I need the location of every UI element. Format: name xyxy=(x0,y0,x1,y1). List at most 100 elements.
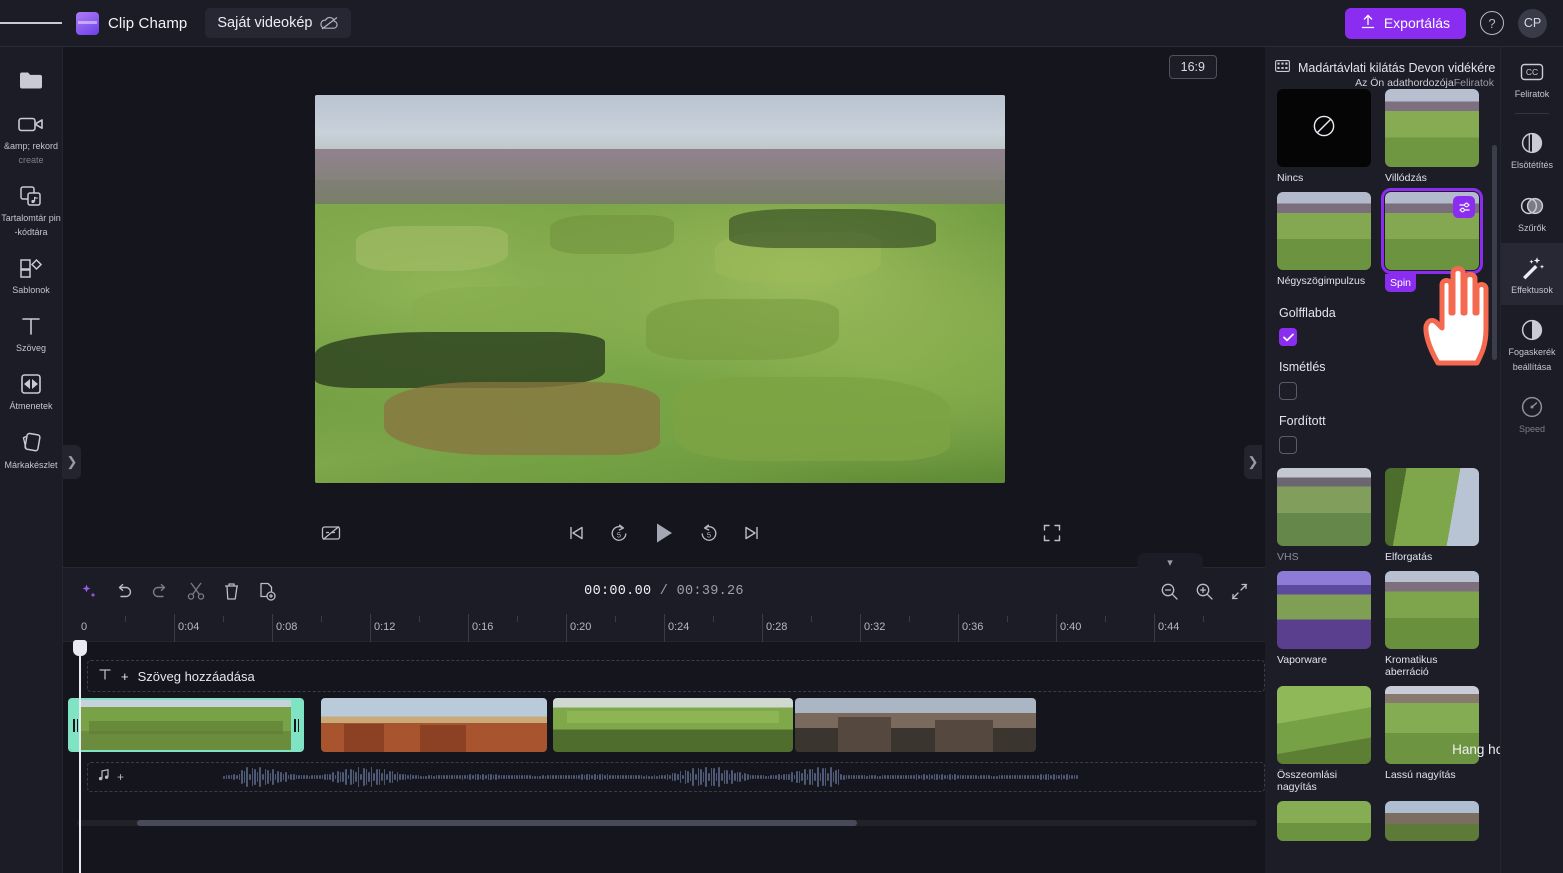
waveform-bar xyxy=(824,768,827,786)
breadcrumb-captions[interactable]: Feliratok xyxy=(1454,77,1494,89)
skip-to-end-icon[interactable] xyxy=(743,524,761,542)
cloud-off-icon xyxy=(319,16,339,30)
sidebar-item-media[interactable] xyxy=(0,57,62,101)
waveform-bar xyxy=(370,766,373,788)
waveform-bar xyxy=(344,769,347,785)
waveform-bar xyxy=(863,775,866,779)
scrollbar-thumb[interactable] xyxy=(137,820,857,826)
rewind-5-icon[interactable]: 5 xyxy=(609,523,629,543)
panel-scrollbar[interactable] xyxy=(1492,145,1497,360)
waveform-bar xyxy=(892,775,894,779)
waveform-bar xyxy=(298,774,300,780)
sidebar-item-label: Sablonok xyxy=(12,285,50,296)
effect-option-extra-2[interactable] xyxy=(1385,801,1479,842)
timeline-horizontal-scrollbar[interactable] xyxy=(77,820,1257,826)
waveform-bar xyxy=(334,775,337,779)
add-text-label: Szöveg hozzáadása xyxy=(137,668,255,684)
effect-option-villodzas[interactable]: Villódzás xyxy=(1385,89,1479,184)
video-clip-2[interactable] xyxy=(321,698,547,752)
waveform-bar xyxy=(687,770,689,784)
sidebar-item-text[interactable]: Szöveg xyxy=(0,303,62,361)
collapse-left-panel-button[interactable]: ❯ xyxy=(63,445,81,479)
tool-item-captions[interactable]: CC Feliratok xyxy=(1501,47,1563,109)
effect-option-negyszogimpulzus[interactable]: Négyszögimpulzus xyxy=(1277,192,1371,292)
waveform-bar xyxy=(1029,775,1032,779)
waveform-bar xyxy=(259,766,261,788)
waveform-bar xyxy=(300,775,303,779)
waveform-bar xyxy=(985,775,988,779)
effect-option-kromatikus-aberracio[interactable]: Kromatikus aberráció xyxy=(1385,571,1479,678)
sidebar-item-label: &amp; rekord xyxy=(3,141,59,151)
waveform-bar xyxy=(881,775,884,779)
waveform-bar xyxy=(951,775,954,779)
avatar[interactable]: CP xyxy=(1518,8,1547,38)
tool-item-adjust[interactable]: Fogaskerék beállítása xyxy=(1501,305,1563,382)
export-button[interactable]: Exportálás xyxy=(1344,7,1466,39)
effect-label: Elforgatás xyxy=(1385,551,1433,564)
setting-checkbox[interactable] xyxy=(1279,436,1297,455)
video-clip-3[interactable] xyxy=(553,698,793,752)
sliders-icon[interactable] xyxy=(1453,196,1475,219)
sidebar-item-transitions[interactable]: Átmenetek xyxy=(0,361,62,419)
waveform-bar xyxy=(230,774,233,780)
hamburger-menu-icon[interactable] xyxy=(0,0,63,47)
waveform-bar xyxy=(874,775,876,779)
project-name-chip[interactable]: Saját videokép xyxy=(205,8,351,38)
effect-option-extra-1[interactable] xyxy=(1277,801,1371,842)
waveform-bar xyxy=(918,775,920,779)
effect-option-none[interactable]: Nincs xyxy=(1277,89,1371,184)
play-icon[interactable] xyxy=(653,521,675,545)
waveform-bar xyxy=(692,768,695,786)
collapse-right-panel-button[interactable]: ❯ xyxy=(1244,445,1262,479)
setting-checkbox[interactable] xyxy=(1279,382,1297,401)
waveform-bar xyxy=(998,775,1001,779)
effect-option-spin[interactable]: Spin xyxy=(1381,188,1483,293)
waveform-bar xyxy=(612,774,614,780)
waveform-bar xyxy=(1047,774,1050,780)
aspect-ratio-badge[interactable]: 16:9 xyxy=(1168,55,1217,79)
tool-item-fade[interactable]: Elsötétítés xyxy=(1501,118,1563,180)
breadcrumb-media[interactable]: Az Ön adathordozója xyxy=(1355,77,1454,89)
forward-5-icon[interactable]: 5 xyxy=(699,523,719,543)
video-canvas[interactable] xyxy=(315,95,1005,483)
effect-option-vhs[interactable]: VHS xyxy=(1277,468,1371,563)
tool-item-speed[interactable]: Speed xyxy=(1501,382,1563,444)
effect-option-lassu-nagyitas[interactable]: Lassú nagyítás xyxy=(1385,686,1479,793)
tool-item-effects[interactable]: Effektusok xyxy=(1501,243,1563,306)
waveform-bar xyxy=(936,774,938,780)
video-clip-4[interactable] xyxy=(795,698,1036,752)
waveform-bar xyxy=(497,775,500,779)
effect-label: Nincs xyxy=(1277,172,1304,184)
effect-thumbnail xyxy=(1277,571,1371,650)
effect-option-elforgatas[interactable]: Elforgatás xyxy=(1385,468,1479,563)
timeline-ruler[interactable]: 0 0:04 0:08 0:12 0:16 0:20 0:24 0:28 0:3… xyxy=(63,614,1265,642)
setting-checkbox[interactable] xyxy=(1279,328,1297,347)
timeline-collapse-button[interactable]: ▾ xyxy=(1137,553,1203,571)
fullscreen-icon[interactable] xyxy=(1043,524,1061,542)
playhead[interactable] xyxy=(73,640,87,873)
help-circle-icon[interactable]: ? xyxy=(1480,11,1504,35)
timeline-toolbar: ▾ 00:00.00 / 00:39.26 xyxy=(63,553,1265,614)
sidebar-item-sublabel: -kódtára xyxy=(14,227,48,238)
text-track-row[interactable]: + Szöveg hozzáadása xyxy=(87,660,1265,692)
audio-waveform[interactable] xyxy=(223,762,1263,792)
sidebar-item-record-create[interactable]: &amp; rekord create xyxy=(0,101,62,173)
skip-to-start-icon[interactable] xyxy=(567,524,585,542)
waveform-bar xyxy=(702,772,705,782)
transitions-icon xyxy=(19,371,43,397)
waveform-bar xyxy=(804,768,806,786)
sidebar-item-content-library[interactable]: Tartalomtár pin -kódtára xyxy=(0,173,62,245)
effect-option-vaporware[interactable]: Vaporware xyxy=(1277,571,1371,678)
sidebar-item-brand-kit[interactable]: Márkakészlet xyxy=(0,420,62,478)
clip-trim-handle-right[interactable] xyxy=(291,700,302,750)
waveform-bar xyxy=(306,775,308,779)
ruler-tick-label: 0:04 xyxy=(178,621,200,633)
project-name-label: Saját videokép xyxy=(217,15,313,31)
clipchamp-logo-icon xyxy=(76,11,99,35)
effect-option-osszeomlasi-nagyitas[interactable]: Összeomlási nagyítás xyxy=(1277,686,1371,793)
chevron-down-icon: ▾ xyxy=(1167,556,1173,569)
video-clip-1[interactable] xyxy=(68,698,304,752)
sidebar-item-templates[interactable]: Sablonok xyxy=(0,245,62,303)
tool-item-filters[interactable]: Szűrők xyxy=(1501,181,1563,243)
waveform-bar xyxy=(391,771,394,783)
